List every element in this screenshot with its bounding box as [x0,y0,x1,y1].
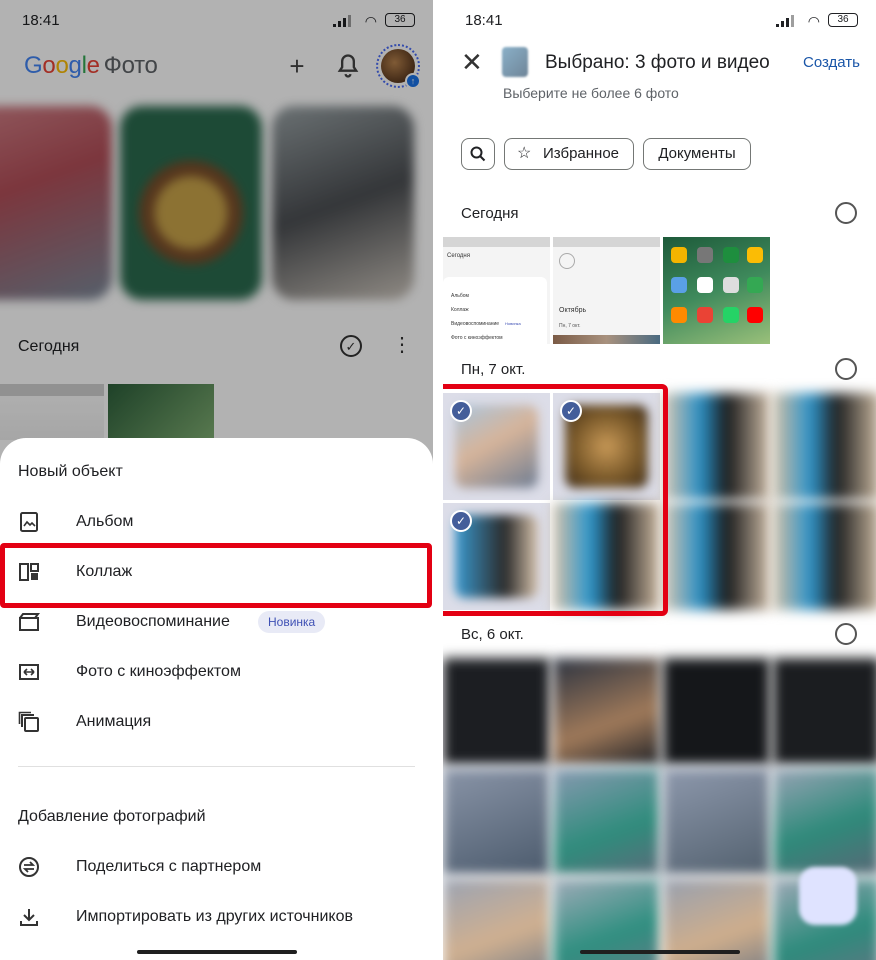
signal-icon [776,15,794,27]
status-time: 18:41 [465,12,503,29]
documents-chip[interactable]: Документы [643,138,751,170]
photo-thumbnail[interactable] [443,658,550,765]
documents-label: Документы [658,145,736,162]
selection-highlight-frame [443,384,668,616]
favorites-label: Избранное [543,145,620,162]
right-screen: 18:41 ◠ 36 ✕ Выбрано: 3 фото и видео Выб… [443,0,876,960]
selection-title: Выбрано: 3 фото и видео [545,52,770,73]
zoom-fab[interactable] [799,867,857,925]
photo-thumbnail[interactable] [663,878,770,960]
photo-thumbnail[interactable] [773,393,876,500]
section-date: Сегодня [461,205,519,222]
menu-item-label: Видеовоспоминание [76,613,230,630]
star-icon: ☆ [517,145,532,162]
movie-icon [19,613,40,631]
menu-item-partner-share[interactable]: Поделиться с партнером [0,843,433,893]
collage-highlight-frame [0,543,432,608]
new-badge: Новинка [258,611,326,633]
menu-item-label: Альбом [76,513,134,530]
menu-item-label: Анимация [76,713,152,730]
selection-hint: Выберите не более 6 фото [503,85,679,101]
create-button[interactable]: Создать [803,54,860,71]
divider [18,766,415,767]
section-title-add: Добавление фотографий [18,808,206,825]
menu-item-label: Поделиться с партнером [76,858,262,875]
photo-thumbnail[interactable] [553,658,660,765]
section-title-new: Новый объект [18,463,123,480]
left-screen: 18:41 ◠ 36 Google Фото + ↑ Сегодня ✓ ⋮ Но… [0,0,433,960]
photo-thumbnail[interactable] [773,768,876,875]
photo-thumbnail[interactable] [663,658,770,765]
home-indicator[interactable] [137,950,297,954]
search-icon [470,146,486,162]
menu-item-album[interactable]: Альбом [0,498,433,548]
select-day-checkbox[interactable] [835,623,857,645]
menu-item-import[interactable]: Импортировать из других источников [0,893,433,943]
photo-thumbnail[interactable] [443,878,550,960]
menu-item-cinematic[interactable]: Фото с киноэффектом [0,648,433,698]
animation-icon [18,711,39,732]
favorites-chip[interactable]: ☆ Избранное [504,138,634,170]
photo-thumbnail[interactable] [663,768,770,875]
album-icon [20,512,38,532]
import-icon [20,909,38,926]
partner-share-icon [19,857,39,877]
select-day-checkbox[interactable] [835,358,857,380]
home-indicator[interactable] [580,950,740,954]
photo-thumbnail[interactable] [443,768,550,875]
section-date: Пн, 7 окт. [461,361,526,378]
section-date: Вс, 6 окт. [461,626,524,643]
menu-item-label: Импортировать из других источников [76,908,353,925]
status-bar: 18:41 ◠ 36 [443,0,876,40]
photo-thumbnail[interactable]: Октябрь Пн, 7 окт. [553,237,660,344]
photo-thumbnail[interactable] [553,878,660,960]
selection-preview [502,47,528,77]
panel-separator [433,0,443,960]
search-chip[interactable] [461,138,495,170]
photo-thumbnail[interactable] [663,503,770,610]
photo-thumbnail[interactable] [553,768,660,875]
select-day-checkbox[interactable] [835,202,857,224]
close-icon[interactable]: ✕ [461,48,483,76]
photo-thumbnail[interactable] [663,393,770,500]
photo-thumbnail[interactable] [773,658,876,765]
photo-thumbnail[interactable] [663,237,770,344]
wifi-icon: ◠ [807,13,820,29]
cinematic-icon [19,664,39,680]
menu-item-label: Фото с киноэффектом [76,663,241,680]
photo-thumbnail[interactable] [773,503,876,610]
create-sheet: Новый объект Альбом Коллаж Видеовоспомин… [0,438,433,960]
photo-thumbnail[interactable]: Сегодня Альбом Коллаж Видеовоспоминание … [443,237,550,344]
battery-icon: 36 [828,13,858,27]
menu-item-animation[interactable]: Анимация [0,698,433,748]
